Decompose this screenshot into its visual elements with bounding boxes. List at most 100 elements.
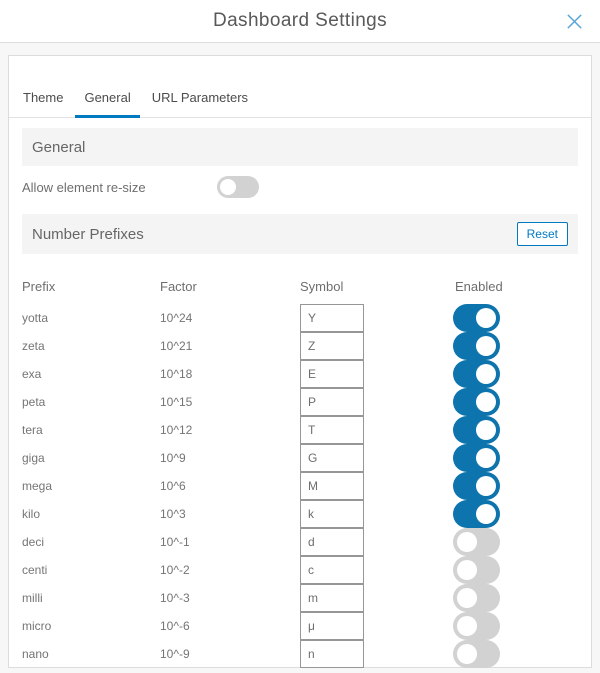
prefix-table: Prefix Factor Symbol Enabled yotta 10^24…	[22, 276, 578, 668]
enabled-cell	[450, 304, 578, 332]
symbol-input[interactable]	[300, 584, 364, 612]
toggle-knob	[476, 476, 496, 496]
prefix-label: tera	[22, 423, 160, 437]
prefix-label: centi	[22, 563, 160, 577]
toggle-knob	[476, 504, 496, 524]
symbol-input[interactable]	[300, 360, 364, 388]
symbol-cell	[300, 388, 450, 416]
enabled-toggle[interactable]	[453, 472, 500, 500]
enabled-cell	[450, 612, 578, 640]
symbol-input[interactable]	[300, 500, 364, 528]
table-row: giga 10^9	[22, 444, 578, 472]
allow-resize-row: Allow element re-size	[22, 172, 578, 202]
toggle-knob	[457, 588, 477, 608]
toggle-knob	[457, 560, 477, 580]
enabled-toggle[interactable]	[453, 556, 500, 584]
symbol-input[interactable]	[300, 528, 364, 556]
tab-general[interactable]: General	[75, 90, 139, 118]
enabled-cell	[450, 528, 578, 556]
toggle-knob	[476, 392, 496, 412]
factor-label: 10^18	[160, 367, 300, 381]
toggle-knob	[476, 420, 496, 440]
prefix-table-body: yotta 10^24 zeta 10^21 exa 10^18	[22, 304, 578, 668]
toggle-knob	[476, 364, 496, 384]
symbol-cell	[300, 360, 450, 388]
symbol-input[interactable]	[300, 444, 364, 472]
factor-label: 10^6	[160, 479, 300, 493]
enabled-cell	[450, 500, 578, 528]
close-icon-glyph	[565, 12, 584, 31]
symbol-input[interactable]	[300, 332, 364, 360]
prefix-label: micro	[22, 619, 160, 633]
close-icon[interactable]	[563, 10, 585, 32]
table-row: kilo 10^3	[22, 500, 578, 528]
symbol-cell	[300, 640, 450, 668]
enabled-cell	[450, 472, 578, 500]
factor-label: 10^-3	[160, 591, 300, 605]
reset-button[interactable]: Reset	[517, 222, 568, 246]
section-number-prefixes-title: Number Prefixes	[32, 226, 144, 243]
toggle-knob	[476, 448, 496, 468]
toggle-knob	[476, 308, 496, 328]
table-row: mega 10^6	[22, 472, 578, 500]
tab-theme[interactable]: Theme	[14, 90, 72, 118]
enabled-toggle[interactable]	[453, 304, 500, 332]
symbol-input[interactable]	[300, 556, 364, 584]
table-row: nano 10^-9	[22, 640, 578, 668]
prefix-label: kilo	[22, 507, 160, 521]
enabled-toggle[interactable]	[453, 360, 500, 388]
symbol-cell	[300, 444, 450, 472]
prefix-label: exa	[22, 367, 160, 381]
symbol-input[interactable]	[300, 640, 364, 668]
factor-label: 10^24	[160, 311, 300, 325]
factor-label: 10^-1	[160, 535, 300, 549]
enabled-cell	[450, 416, 578, 444]
factor-label: 10^3	[160, 507, 300, 521]
prefix-label: nano	[22, 647, 160, 661]
allow-resize-toggle[interactable]	[217, 176, 259, 198]
enabled-toggle[interactable]	[453, 500, 500, 528]
symbol-cell	[300, 472, 450, 500]
enabled-toggle[interactable]	[453, 388, 500, 416]
table-row: deci 10^-1	[22, 528, 578, 556]
enabled-cell	[450, 360, 578, 388]
enabled-cell	[450, 332, 578, 360]
enabled-cell	[450, 640, 578, 668]
prefix-label: milli	[22, 591, 160, 605]
enabled-cell	[450, 556, 578, 584]
enabled-toggle[interactable]	[453, 584, 500, 612]
toggle-knob	[220, 179, 236, 195]
toggle-knob	[476, 336, 496, 356]
enabled-toggle[interactable]	[453, 332, 500, 360]
enabled-toggle[interactable]	[453, 612, 500, 640]
symbol-input[interactable]	[300, 472, 364, 500]
enabled-cell	[450, 388, 578, 416]
symbol-input[interactable]	[300, 416, 364, 444]
enabled-toggle[interactable]	[453, 640, 500, 668]
factor-label: 10^9	[160, 451, 300, 465]
table-row: peta 10^15	[22, 388, 578, 416]
symbol-input[interactable]	[300, 388, 364, 416]
enabled-toggle[interactable]	[453, 416, 500, 444]
symbol-cell	[300, 528, 450, 556]
prefix-label: yotta	[22, 311, 160, 325]
table-row: milli 10^-3	[22, 584, 578, 612]
symbol-cell	[300, 612, 450, 640]
factor-label: 10^-2	[160, 563, 300, 577]
symbol-input[interactable]	[300, 612, 364, 640]
column-header-symbol: Symbol	[300, 279, 450, 294]
section-general-header: General	[22, 128, 578, 166]
settings-panel: Theme General URL Parameters General All…	[8, 55, 592, 668]
symbol-cell	[300, 416, 450, 444]
enabled-toggle[interactable]	[453, 444, 500, 472]
table-row: yotta 10^24	[22, 304, 578, 332]
tab-url-parameters[interactable]: URL Parameters	[143, 90, 257, 118]
enabled-toggle[interactable]	[453, 528, 500, 556]
factor-label: 10^-6	[160, 619, 300, 633]
symbol-cell	[300, 304, 450, 332]
column-header-factor: Factor	[160, 279, 300, 294]
section-general-title: General	[32, 139, 85, 156]
symbol-cell	[300, 556, 450, 584]
symbol-input[interactable]	[300, 304, 364, 332]
section-number-prefixes-header: Number Prefixes Reset	[22, 214, 578, 254]
